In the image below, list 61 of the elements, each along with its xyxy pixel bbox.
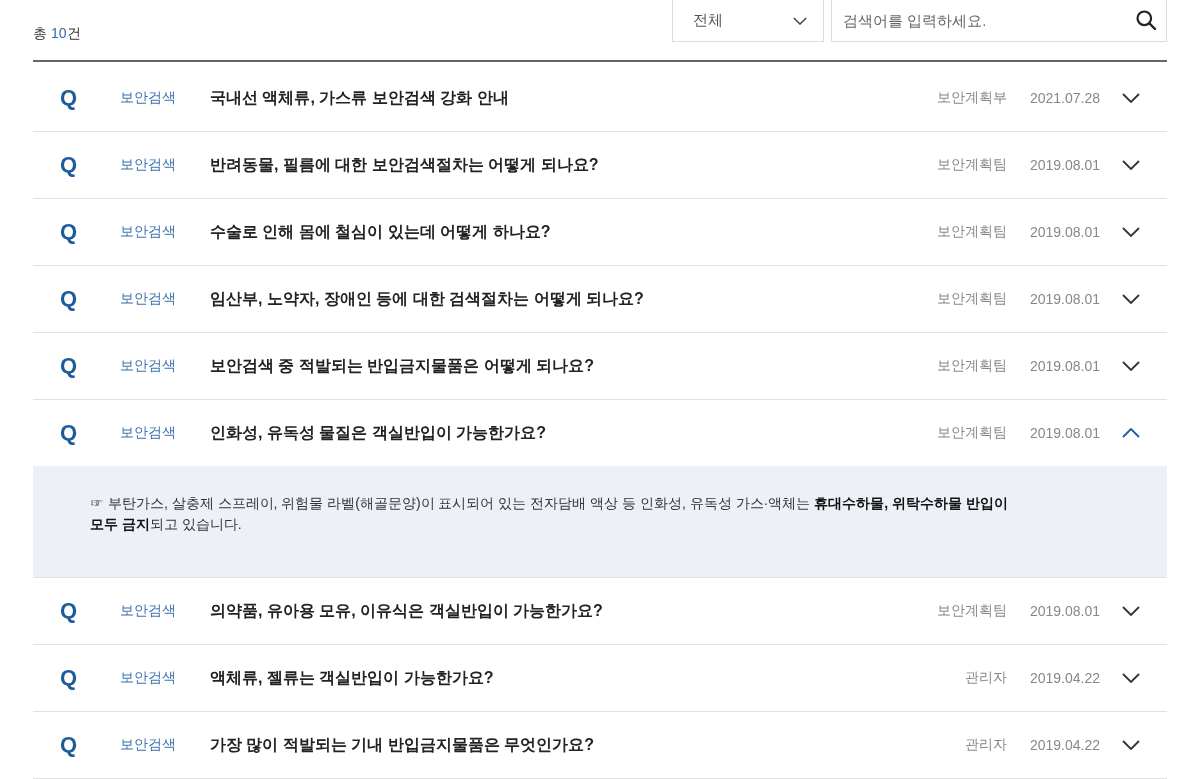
category-label: 보안검색 bbox=[120, 669, 177, 687]
question-title[interactable]: 반려동물, 필름에 대한 보안검색절차는 어떻게 되나요? bbox=[210, 154, 937, 176]
chevron-down-icon[interactable] bbox=[1122, 294, 1140, 304]
question-title[interactable]: 인화성, 유독성 물질은 객실반입이 가능한가요? bbox=[210, 422, 937, 444]
category-label: 보안검색 bbox=[120, 357, 177, 375]
author-name: 보안계획팀 bbox=[936, 424, 1007, 442]
chevron-down-icon[interactable] bbox=[1122, 740, 1140, 750]
q-label: Q bbox=[60, 420, 76, 446]
category-label: 보안검색 bbox=[120, 290, 177, 308]
category-label: 보안검색 bbox=[120, 424, 177, 442]
category-dropdown[interactable]: 전체 bbox=[672, 0, 824, 42]
question-title[interactable]: 임산부, 노약자, 장애인 등에 대한 검색절차는 어떻게 되나요? bbox=[210, 288, 937, 310]
category-label: 보안검색 bbox=[120, 736, 177, 754]
question-title[interactable]: 보안검색 중 적발되는 반입금지물품은 어떻게 되나요? bbox=[210, 355, 937, 377]
author-name: 보안계획팀 bbox=[936, 602, 1007, 620]
chevron-down-icon[interactable] bbox=[1122, 606, 1140, 616]
author-name: 보안계획팀 bbox=[936, 156, 1007, 174]
post-date: 2021.07.28 bbox=[1029, 90, 1100, 106]
author-name: 관리자 bbox=[964, 669, 1007, 687]
chevron-down-icon[interactable] bbox=[1122, 93, 1140, 103]
category-label: 보안검색 bbox=[120, 156, 177, 174]
q-label: Q bbox=[60, 665, 76, 691]
question-title[interactable]: 의약품, 유아용 모유, 이유식은 객실반입이 가능한가요? bbox=[210, 600, 937, 622]
author-name: 보안계획팀 bbox=[936, 223, 1007, 241]
chevron-down-icon[interactable] bbox=[1122, 160, 1140, 170]
category-label: 보안검색 bbox=[120, 223, 177, 241]
total-count-text: 총 10건 bbox=[33, 24, 81, 42]
post-date: 2019.08.01 bbox=[1029, 603, 1100, 619]
post-date: 2019.04.22 bbox=[1029, 670, 1100, 686]
chevron-down-icon[interactable] bbox=[1122, 361, 1140, 371]
post-date: 2019.08.01 bbox=[1029, 291, 1100, 307]
chevron-down-icon bbox=[793, 16, 807, 25]
q-label: Q bbox=[60, 219, 76, 245]
q-label: Q bbox=[60, 353, 76, 379]
answer-text: ☞ 부탄가스, 살충제 스프레이, 위험물 라벨(해골문양)이 표시되어 있는 전자담배 액상 등 인화성, 유독성 가스·액체는 휴대수하물, 위탁수하물 반입이 모두 금지되고 있습니다. bbox=[90, 494, 1009, 534]
post-date: 2019.08.01 bbox=[1029, 425, 1100, 441]
question-title[interactable]: 가장 많이 적발되는 기내 반입금지물품은 무엇인가요? bbox=[210, 734, 965, 756]
search-button[interactable] bbox=[1135, 9, 1157, 31]
author-name: 보안계획팀 bbox=[936, 357, 1007, 375]
post-date: 2019.08.01 bbox=[1029, 157, 1100, 173]
author-name: 보안계획팀 bbox=[936, 290, 1007, 308]
q-label: Q bbox=[60, 286, 76, 312]
author-name: 보안계획부 bbox=[936, 89, 1007, 107]
q-label: Q bbox=[60, 85, 76, 111]
chevron-up-icon[interactable] bbox=[1122, 428, 1140, 438]
q-label: Q bbox=[60, 732, 76, 758]
post-date: 2019.08.01 bbox=[1029, 224, 1100, 240]
question-title[interactable]: 수술로 인해 몸에 철심이 있는데 어떻게 하나요? bbox=[210, 221, 937, 243]
post-date: 2019.04.22 bbox=[1029, 737, 1100, 753]
category-label: 보안검색 bbox=[120, 89, 177, 107]
chevron-down-icon[interactable] bbox=[1122, 227, 1140, 237]
question-title[interactable]: 액체류, 젤류는 객실반입이 가능한가요? bbox=[210, 667, 965, 689]
q-label: Q bbox=[60, 152, 76, 178]
search-field[interactable]: 검색어를 입력하세요. bbox=[831, 0, 1167, 42]
author-name: 관리자 bbox=[964, 736, 1007, 754]
question-title[interactable]: 국내선 액체류, 가스류 보안검색 강화 안내 bbox=[210, 87, 937, 109]
chevron-down-icon[interactable] bbox=[1122, 673, 1140, 683]
search-icon bbox=[1136, 10, 1156, 30]
post-date: 2019.08.01 bbox=[1029, 358, 1100, 374]
q-label: Q bbox=[60, 598, 76, 624]
category-label: 보안검색 bbox=[120, 602, 177, 620]
